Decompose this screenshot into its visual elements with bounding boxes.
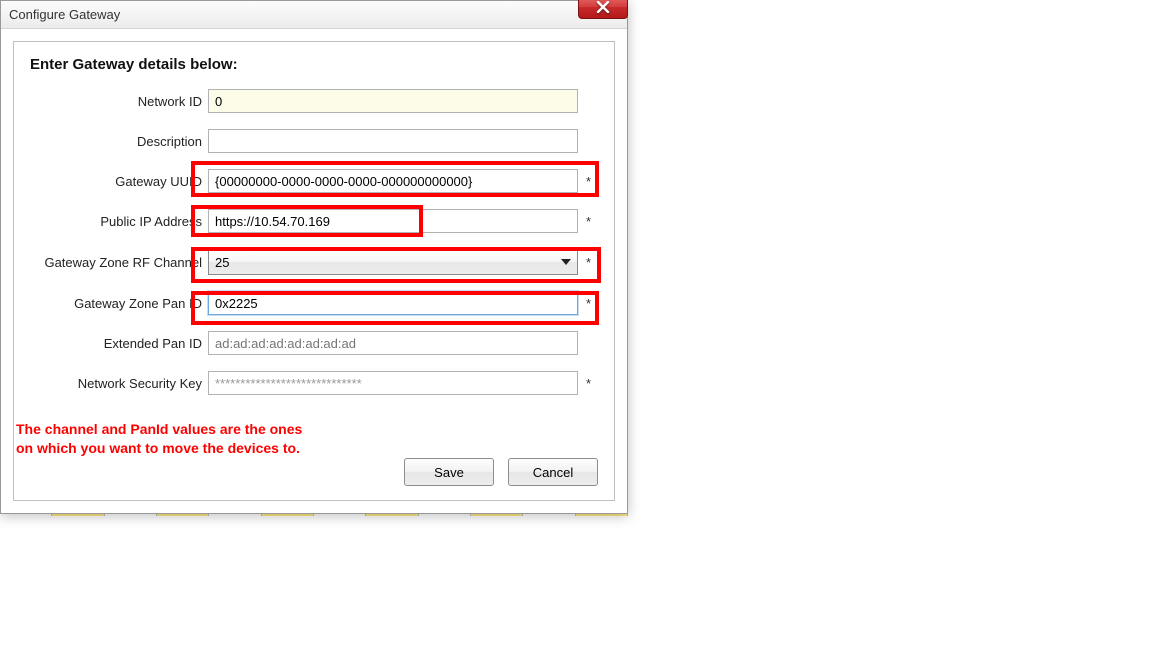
asterisk-public-ip: *: [586, 214, 591, 229]
input-pan-id[interactable]: [208, 291, 578, 315]
label-ext-pan-id: Extended Pan ID: [30, 336, 208, 351]
label-public-ip: Public IP Address: [30, 214, 208, 229]
cancel-button[interactable]: Cancel: [508, 458, 598, 486]
input-sec-key[interactable]: [208, 371, 578, 395]
chevron-down-icon: [561, 259, 571, 265]
asterisk-sec-key: *: [586, 376, 591, 391]
configure-gateway-dialog: Configure Gateway Enter Gateway details …: [0, 0, 628, 514]
row-pan-id: Gateway Zone Pan ID *: [30, 291, 598, 315]
asterisk-rf-channel: *: [586, 255, 591, 270]
form-panel: Enter Gateway details below: Network ID …: [13, 41, 615, 501]
input-ext-pan-id[interactable]: [208, 331, 578, 355]
close-icon: [596, 1, 610, 13]
input-public-ip[interactable]: [208, 209, 578, 233]
label-gateway-uuid: Gateway UUID: [30, 174, 208, 189]
save-button[interactable]: Save: [404, 458, 494, 486]
row-description: Description: [30, 129, 598, 153]
input-network-id[interactable]: [208, 89, 578, 113]
asterisk-gateway-uuid: *: [586, 174, 591, 189]
label-sec-key: Network Security Key: [30, 376, 208, 391]
close-button[interactable]: [578, 0, 628, 19]
row-ext-pan-id: Extended Pan ID: [30, 331, 598, 355]
row-sec-key: Network Security Key *: [30, 371, 598, 395]
annotation-text: The channel and PanId values are the one…: [16, 420, 316, 458]
titlebar[interactable]: Configure Gateway: [1, 1, 627, 29]
asterisk-pan-id: *: [586, 296, 591, 311]
window-title: Configure Gateway: [9, 7, 120, 22]
row-network-id: Network ID: [30, 89, 598, 113]
form-heading: Enter Gateway details below:: [30, 56, 598, 73]
input-gateway-uuid[interactable]: [208, 169, 578, 193]
select-rf-channel-value: 25: [215, 255, 229, 270]
input-description[interactable]: [208, 129, 578, 153]
select-rf-channel[interactable]: 25: [208, 249, 578, 275]
label-description: Description: [30, 134, 208, 149]
row-rf-channel: Gateway Zone RF Channel 25 *: [30, 249, 598, 275]
label-rf-channel: Gateway Zone RF Channel: [30, 255, 208, 270]
row-gateway-uuid: Gateway UUID *: [30, 169, 598, 193]
row-public-ip: Public IP Address *: [30, 209, 598, 233]
button-bar: Save Cancel: [404, 458, 598, 486]
label-pan-id: Gateway Zone Pan ID: [30, 296, 208, 311]
label-network-id: Network ID: [30, 94, 208, 109]
